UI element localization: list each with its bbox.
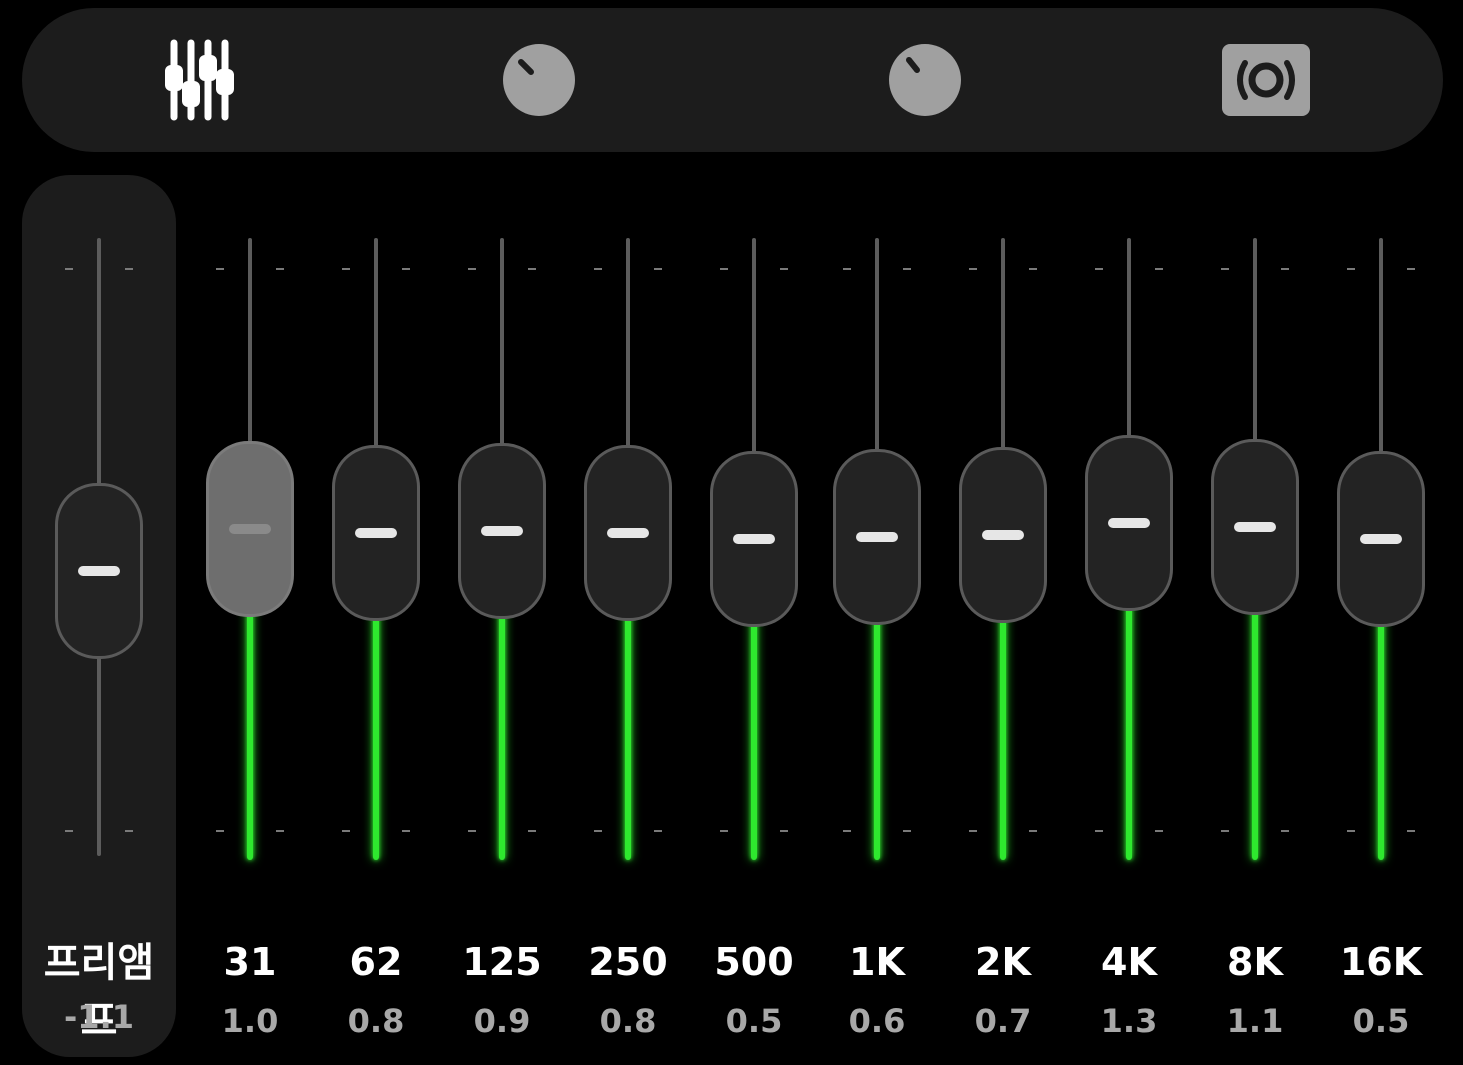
scale-tick	[65, 268, 73, 270]
band-slider-2k[interactable]: 2K 0.7	[938, 0, 1068, 1065]
scale-tick	[1095, 268, 1103, 270]
scale-tick	[1407, 268, 1415, 270]
thumb-grip	[982, 530, 1024, 540]
band-slider-4k[interactable]: 4K 1.3	[1064, 0, 1194, 1065]
thumb-grip	[78, 566, 120, 576]
scale-tick	[1095, 830, 1103, 832]
band-gain-value: 0.9	[473, 1002, 531, 1040]
preamp-value: -1.1	[64, 998, 134, 1036]
thumb-grip	[856, 532, 898, 542]
scale-tick	[1407, 830, 1415, 832]
band-gain-value: 1.3	[1100, 1002, 1158, 1040]
scale-tick	[216, 830, 224, 832]
scale-tick	[594, 268, 602, 270]
thumb-grip	[1360, 534, 1402, 544]
slider-thumb[interactable]	[332, 445, 420, 621]
band-slider-31[interactable]: 31 1.0	[185, 0, 315, 1065]
scale-tick	[594, 830, 602, 832]
scale-tick	[1221, 830, 1229, 832]
scale-tick	[528, 830, 536, 832]
band-gain-value: 0.6	[848, 1002, 906, 1040]
scale-tick	[1281, 830, 1289, 832]
band-gain-value: 0.8	[599, 1002, 657, 1040]
band-frequency-label: 31	[223, 940, 277, 984]
band-slider-250[interactable]: 250 0.8	[563, 0, 693, 1065]
scale-tick	[969, 268, 977, 270]
thumb-grip	[229, 524, 271, 534]
slider-thumb[interactable]	[458, 443, 546, 619]
scale-tick	[720, 830, 728, 832]
band-gain-value: 0.7	[974, 1002, 1032, 1040]
scale-tick	[843, 830, 851, 832]
scale-tick	[528, 268, 536, 270]
slider-thumb[interactable]	[833, 449, 921, 625]
scale-tick	[654, 830, 662, 832]
scale-tick	[468, 268, 476, 270]
slider-thumb[interactable]	[1211, 439, 1299, 615]
scale-tick	[720, 268, 728, 270]
slider-thumb[interactable]	[1085, 435, 1173, 611]
band-frequency-label: 500	[714, 940, 794, 984]
scale-tick	[125, 268, 133, 270]
slider-thumb[interactable]	[55, 483, 143, 659]
thumb-grip	[607, 528, 649, 538]
scale-tick	[65, 830, 73, 832]
scale-tick	[843, 268, 851, 270]
thumb-grip	[1234, 522, 1276, 532]
scale-tick	[1155, 268, 1163, 270]
scale-tick	[468, 830, 476, 832]
scale-tick	[216, 268, 224, 270]
band-gain-value: 0.5	[1352, 1002, 1410, 1040]
band-frequency-label: 1K	[849, 940, 905, 984]
slider-thumb[interactable]	[959, 447, 1047, 623]
band-frequency-label: 250	[588, 940, 668, 984]
band-slider-125[interactable]: 125 0.9	[437, 0, 567, 1065]
band-slider-16k[interactable]: 16K 0.5	[1316, 0, 1446, 1065]
band-frequency-label: 16K	[1339, 940, 1423, 984]
scale-tick	[1221, 268, 1229, 270]
scale-tick	[1155, 830, 1163, 832]
slider-thumb[interactable]	[584, 445, 672, 621]
thumb-grip	[481, 526, 523, 536]
thumb-grip	[1108, 518, 1150, 528]
scale-tick	[1029, 830, 1037, 832]
band-gain-value: 1.0	[221, 1002, 279, 1040]
band-slider-62[interactable]: 62 0.8	[311, 0, 441, 1065]
band-slider-1k[interactable]: 1K 0.6	[812, 0, 942, 1065]
scale-tick	[969, 830, 977, 832]
scale-tick	[1347, 830, 1355, 832]
band-gain-value: 0.8	[347, 1002, 405, 1040]
scale-tick	[780, 830, 788, 832]
scale-tick	[903, 830, 911, 832]
scale-tick	[276, 268, 284, 270]
band-frequency-label: 62	[349, 940, 403, 984]
band-slider-500[interactable]: 500 0.5	[689, 0, 819, 1065]
scale-tick	[402, 268, 410, 270]
band-frequency-label: 2K	[975, 940, 1031, 984]
band-gain-value: 1.1	[1226, 1002, 1284, 1040]
scale-tick	[276, 830, 284, 832]
band-frequency-label: 8K	[1227, 940, 1283, 984]
scale-tick	[342, 268, 350, 270]
preamp-slider[interactable]: 프리앰프 -1.1	[34, 0, 164, 1065]
scale-tick	[1347, 268, 1355, 270]
thumb-grip	[733, 534, 775, 544]
scale-tick	[1029, 268, 1037, 270]
slider-thumb[interactable]	[710, 451, 798, 627]
band-gain-value: 0.5	[725, 1002, 783, 1040]
slider-thumb[interactable]	[206, 441, 294, 617]
scale-tick	[780, 268, 788, 270]
scale-tick	[654, 268, 662, 270]
scale-tick	[125, 830, 133, 832]
scale-tick	[903, 268, 911, 270]
scale-tick	[1281, 268, 1289, 270]
scale-tick	[342, 830, 350, 832]
band-frequency-label: 125	[462, 940, 542, 984]
scale-tick	[402, 830, 410, 832]
slider-thumb[interactable]	[1337, 451, 1425, 627]
band-slider-8k[interactable]: 8K 1.1	[1190, 0, 1320, 1065]
thumb-grip	[355, 528, 397, 538]
band-frequency-label: 4K	[1101, 940, 1157, 984]
